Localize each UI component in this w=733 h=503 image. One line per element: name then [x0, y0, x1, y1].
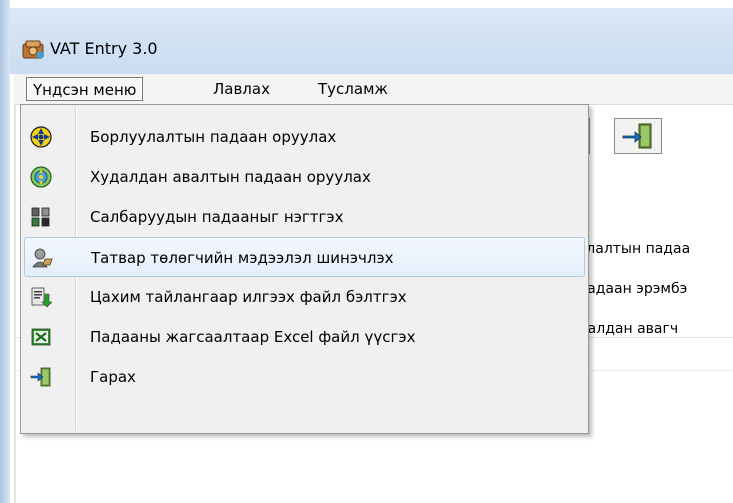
sales-invoice-icon [30, 126, 52, 148]
background-label-2: падаан эрэмбэ [578, 281, 688, 297]
menu-item-exit[interactable]: Гарах [24, 357, 585, 397]
taxpayer-update-icon [32, 248, 53, 268]
menu-main[interactable]: Үндсэн меню [26, 77, 144, 101]
main-menu-dropdown: Борлуулалтын падаан оруулах Худалдан ава… [20, 104, 589, 434]
menu-item-sales-invoice[interactable]: Борлуулалтын падаан оруулах [24, 117, 585, 157]
menu-item-label: Падааны жагсаалтаар Excel файл үүсгэх [90, 328, 416, 346]
menu-bar: Үндсэн меню Лавлах Тусламж [14, 74, 733, 105]
menu-item-label: Борлуулалтын падаан оруулах [90, 128, 337, 146]
menu-reference[interactable]: Лавлах [207, 77, 276, 101]
menu-item-label: Цахим тайлангаар илгээх файл бэлтгэх [90, 288, 407, 306]
menu-item-export-report[interactable]: Цахим тайлангаар илгээх файл бэлтгэх [24, 277, 585, 317]
toolbar-exit-button[interactable] [614, 118, 662, 154]
menu-item-purchase-invoice[interactable]: Худалдан авалтын падаан оруулах [24, 157, 585, 197]
menu-item-label: Гарах [90, 368, 136, 386]
client-border [14, 105, 16, 503]
export-report-icon [31, 287, 52, 308]
window-top-edge [0, 0, 733, 8]
background-label-3: далдан авагч [578, 321, 679, 337]
merge-branches-icon [31, 207, 50, 227]
menu-item-label: Татвар төлөгчийн мэдээлэл шинэчлэх [91, 249, 394, 267]
app-icon [22, 40, 44, 59]
menu-item-taxpayer-update[interactable]: Татвар төлөгчийн мэдээлэл шинэчлэх [24, 237, 585, 277]
exit-icon [622, 123, 652, 149]
window-left-frame [0, 0, 10, 503]
purchase-invoice-icon [30, 166, 52, 188]
menu-item-merge-branches[interactable]: Салбаруудын падааныг нэгтгэх [24, 197, 585, 237]
menu-item-label: Салбаруудын падааныг нэгтгэх [90, 208, 344, 226]
menu-help[interactable]: Тусламж [312, 77, 394, 101]
background-label-1: улалтын падаа [578, 241, 691, 257]
menu-item-excel-export[interactable]: Падааны жагсаалтаар Excel файл үүсгэх [24, 317, 585, 357]
exit-icon [30, 367, 51, 387]
window-title: VAT Entry 3.0 [50, 39, 158, 58]
excel-icon [31, 328, 51, 346]
menu-item-label: Худалдан авалтын падаан оруулах [90, 168, 371, 186]
